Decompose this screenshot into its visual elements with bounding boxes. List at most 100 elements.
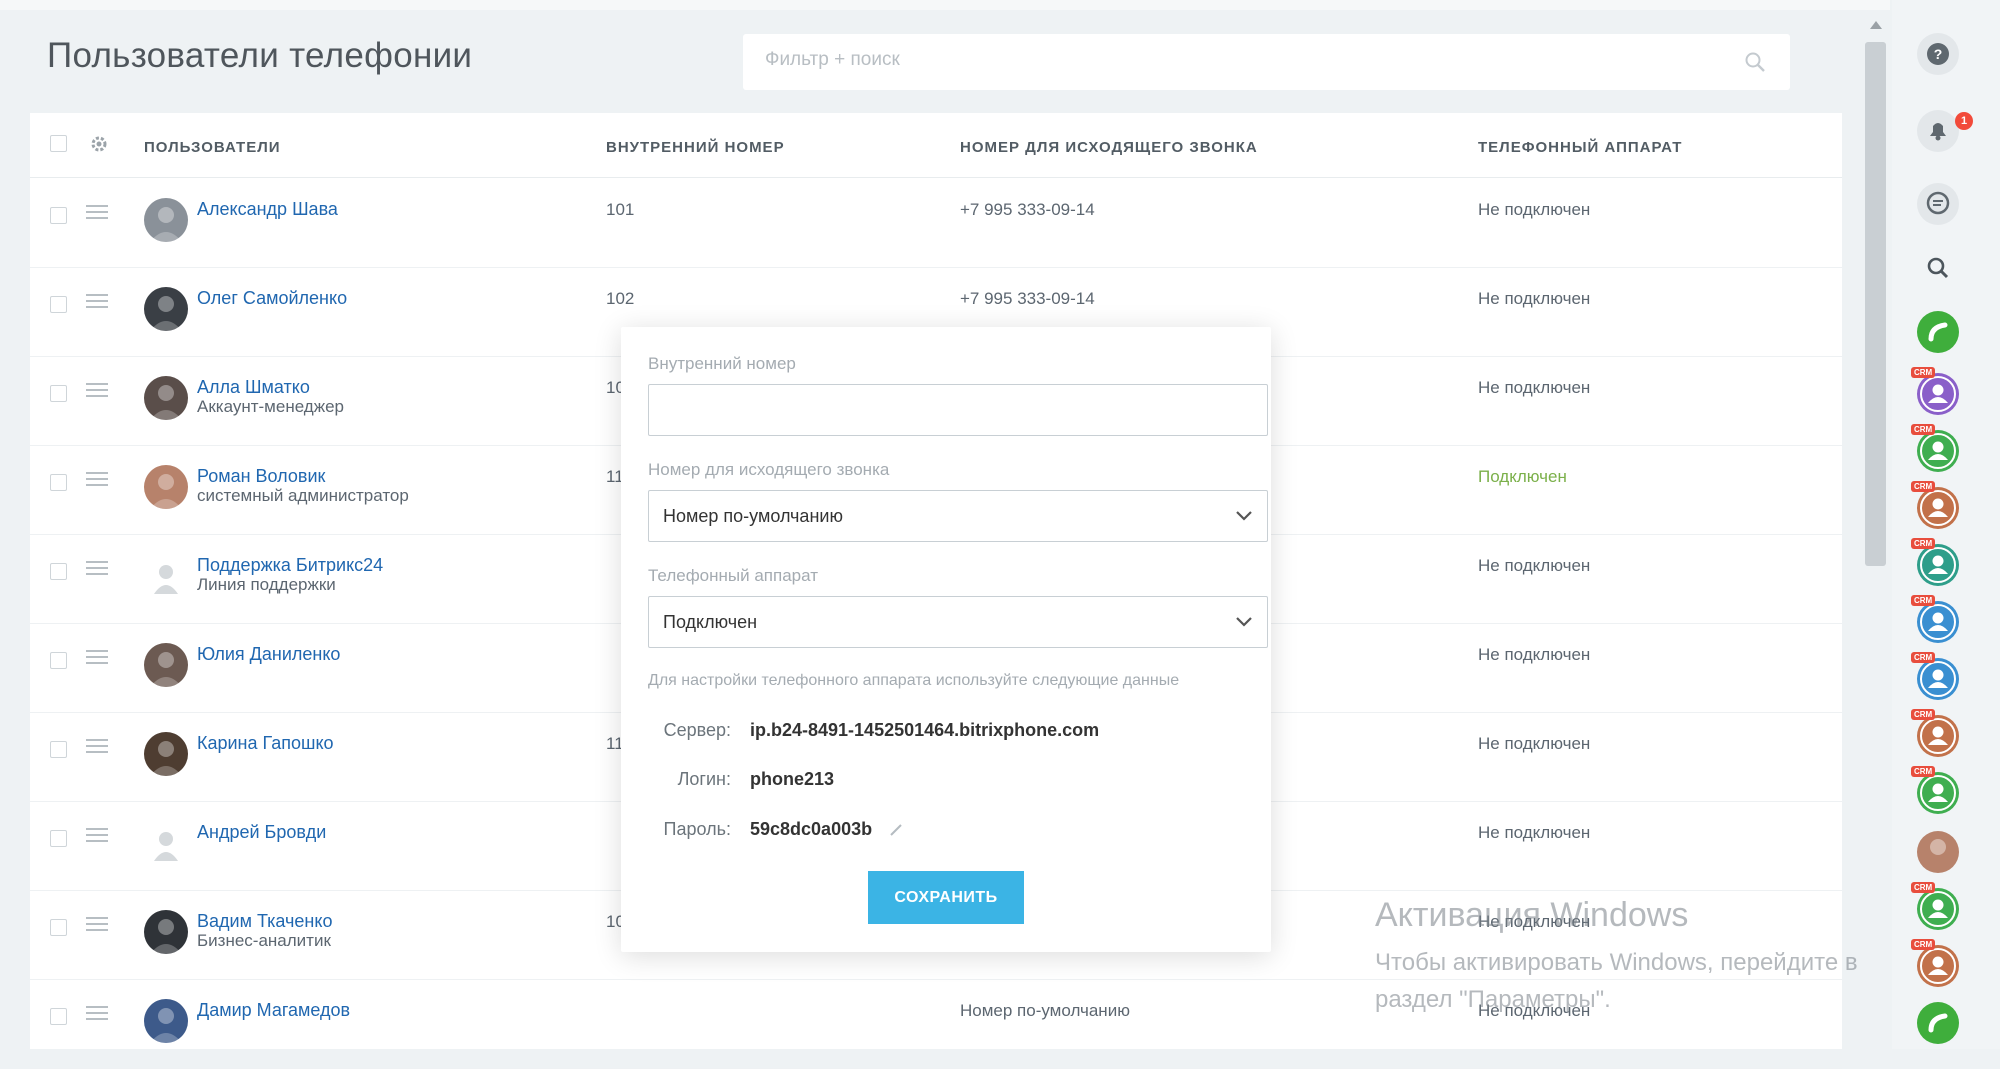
windows-activation-text: Чтобы активировать Windows, перейдите в …	[1375, 949, 1858, 1013]
login-key: Логин:	[677, 769, 731, 789]
password-value: 59c8dc0a003b	[750, 819, 873, 839]
row-menu-icon[interactable]	[86, 561, 108, 575]
avatar	[144, 732, 188, 776]
user-name-link[interactable]: Александр Шава	[197, 199, 338, 220]
row-menu-icon[interactable]	[86, 650, 108, 664]
notification-badge: 1	[1955, 112, 1973, 130]
user-name-link[interactable]: Поддержка Битрикс24	[197, 555, 383, 576]
device-value: Подключен	[663, 612, 758, 632]
scroll-up-arrow-icon[interactable]	[1869, 20, 1883, 30]
crm-tag: CRM	[1911, 709, 1936, 720]
chevron-down-icon	[1236, 617, 1252, 627]
outgoing-number-cell: Номер по-умолчанию	[960, 1001, 1130, 1020]
row-menu-icon[interactable]	[86, 828, 108, 842]
save-button[interactable]: СОХРАНИТЬ	[868, 871, 1024, 924]
crm-contact-avatar[interactable]: CRM	[1911, 595, 1961, 645]
search-icon[interactable]	[1744, 51, 1766, 73]
outgoing-number-value: Номер по-умолчанию	[663, 506, 843, 526]
device-setup-hint: Для настройки телефонного аппарата испол…	[648, 672, 1180, 689]
device-status-cell: Не подключен	[1478, 289, 1591, 308]
crm-contact-avatar[interactable]: CRM	[1911, 652, 1961, 702]
row-checkbox[interactable]	[50, 1008, 67, 1025]
row-checkbox[interactable]	[50, 919, 67, 936]
chevron-down-icon	[1236, 511, 1252, 521]
crm-contact-avatar[interactable]: CRM	[1911, 882, 1961, 932]
chat-icon[interactable]	[1915, 181, 1961, 227]
row-checkbox[interactable]	[50, 207, 67, 224]
crm-tag: CRM	[1911, 595, 1936, 606]
crm-contact-avatar[interactable]: CRM	[1911, 424, 1961, 474]
internal-number-input[interactable]	[648, 384, 1268, 436]
outgoing-number-cell: +7 995 333-09-14	[960, 289, 1095, 308]
column-header-device[interactable]: ТЕЛЕФОННЫЙ АППАРАТ	[1478, 139, 1682, 156]
avatar	[144, 465, 188, 509]
column-header-outgoing[interactable]: НОМЕР ДЛЯ ИСХОДЯЩЕГО ЗВОНКА	[960, 139, 1258, 156]
user-name-link[interactable]: Олег Самойленко	[197, 288, 347, 309]
row-checkbox[interactable]	[50, 830, 67, 847]
search-icon[interactable]	[1915, 245, 1961, 291]
user-position: Линия поддержки	[197, 575, 336, 594]
row-menu-icon[interactable]	[86, 472, 108, 486]
row-checkbox[interactable]	[50, 474, 67, 491]
search-placeholder: Фильтр + поиск	[765, 49, 900, 70]
row-checkbox[interactable]	[50, 652, 67, 669]
internal-number-cell: 101	[606, 200, 635, 219]
crm-tag: CRM	[1911, 538, 1936, 549]
gear-icon[interactable]	[88, 133, 110, 155]
crm-contact-avatar[interactable]: CRM	[1911, 709, 1961, 759]
device-status-cell: Не подключен	[1478, 556, 1591, 575]
row-checkbox[interactable]	[50, 385, 67, 402]
row-menu-icon[interactable]	[86, 1006, 108, 1020]
phone-icon[interactable]	[1915, 309, 1961, 355]
crm-contact-avatar[interactable]: CRM	[1911, 367, 1961, 417]
row-menu-icon[interactable]	[86, 294, 108, 308]
bell-icon[interactable]	[1915, 108, 1961, 154]
select-all-checkbox[interactable]	[50, 135, 67, 152]
avatar	[144, 643, 188, 687]
user-name-link[interactable]: Вадим Ткаченко	[197, 911, 332, 932]
crm-contact-avatar[interactable]: CRM	[1911, 766, 1961, 816]
scrollbar-thumb[interactable]	[1865, 42, 1886, 566]
row-menu-icon[interactable]	[86, 383, 108, 397]
phone-settings-popup: Внутренний номер Номер для исходящего зв…	[621, 327, 1271, 952]
column-header-users[interactable]: ПОЛЬЗОВАТЕЛИ	[144, 139, 281, 156]
device-status-cell: Не подключен	[1478, 378, 1591, 397]
avatar	[144, 554, 188, 598]
row-menu-icon[interactable]	[86, 739, 108, 753]
row-checkbox[interactable]	[50, 741, 67, 758]
row-checkbox[interactable]	[50, 296, 67, 313]
crm-tag: CRM	[1911, 882, 1936, 893]
user-name-link[interactable]: Дамир Магамедов	[197, 1000, 350, 1021]
grid-header: ПОЛЬЗОВАТЕЛИ ВНУТРЕННИЙ НОМЕР НОМЕР ДЛЯ …	[30, 113, 1842, 178]
device-status-cell: Не подключен	[1478, 200, 1591, 219]
user-avatar[interactable]	[1915, 829, 1961, 875]
crm-contact-avatar[interactable]: CRM	[1911, 538, 1961, 588]
row-menu-icon[interactable]	[86, 205, 108, 219]
user-position: Аккаунт-менеджер	[197, 397, 344, 416]
pencil-icon[interactable]	[889, 823, 903, 837]
crm-tag: CRM	[1911, 766, 1936, 777]
outgoing-number-select[interactable]: Номер по-умолчанию	[648, 490, 1268, 542]
avatar	[144, 910, 188, 954]
device-select[interactable]: Подключен	[648, 596, 1268, 648]
outgoing-number-label: Номер для исходящего звонка	[648, 460, 890, 479]
avatar	[144, 376, 188, 420]
crm-tag: CRM	[1911, 652, 1936, 663]
outgoing-number-cell: +7 995 333-09-14	[960, 200, 1095, 219]
help-icon[interactable]: ?	[1915, 31, 1961, 77]
search-input[interactable]: Фильтр + поиск	[743, 34, 1790, 90]
user-name-link[interactable]: Юлия Даниленко	[197, 644, 340, 665]
user-name-link[interactable]: Андрей Бровди	[197, 822, 326, 843]
user-name-link[interactable]: Алла Шматко	[197, 377, 310, 398]
row-checkbox[interactable]	[50, 563, 67, 580]
table-row[interactable]: Александр Шава 101 +7 995 333-09-14 Не подк…	[30, 178, 1842, 268]
user-name-link[interactable]: Карина Гапошко	[197, 733, 334, 754]
server-value: ip.b24-8491-1452501464.bitrixphone.com	[750, 720, 1100, 740]
user-name-link[interactable]: Роман Воловик	[197, 466, 325, 487]
avatar	[144, 287, 188, 331]
crm-tag: CRM	[1911, 481, 1936, 492]
crm-contact-avatar[interactable]: CRM	[1911, 481, 1961, 531]
row-menu-icon[interactable]	[86, 917, 108, 931]
device-status-cell: Не подключен	[1478, 734, 1591, 753]
column-header-internal[interactable]: ВНУТРЕННИЙ НОМЕР	[606, 139, 785, 156]
